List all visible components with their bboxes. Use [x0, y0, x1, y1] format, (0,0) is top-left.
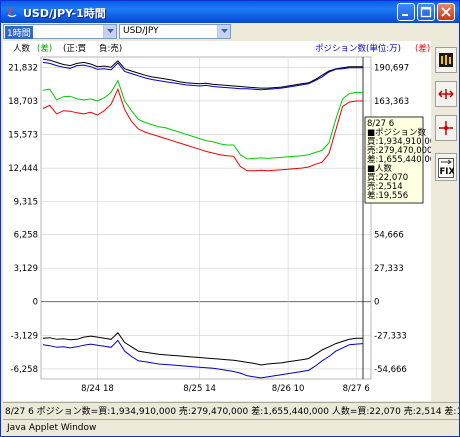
- applet-warning-text: Java Applet Window: [7, 423, 97, 433]
- x-tick-label: 8/26 10: [272, 384, 305, 394]
- fix-label: FIX: [440, 167, 455, 177]
- candle-chart-icon: [439, 53, 453, 67]
- status-text: 8/27 6 ポジション数=買:1,934,910,000 売:279,470,…: [5, 407, 459, 416]
- series-line-1: [42, 61, 363, 91]
- y-tick-left: -6,258: [11, 365, 38, 375]
- y-tick-left: 21,832: [8, 63, 38, 73]
- applet-window: USD/JPY-1時間 1時間 USD/JPY 21,832 190,697 18,…: [0, 0, 460, 437]
- crosshair-icon: [439, 121, 453, 135]
- chart-area[interactable]: 21,832 190,697 18,703 163,363 15,573 12,444 9,…: [3, 41, 431, 401]
- series-line-3: [42, 87, 363, 172]
- y-tick-right: 163,363: [374, 97, 409, 107]
- y-tick-right: 190,697: [374, 63, 409, 73]
- maximize-icon: [420, 6, 432, 18]
- crosshair-button[interactable]: [435, 115, 457, 141]
- y-tick-left: 3,129: [14, 264, 38, 274]
- position-chart[interactable]: 21,832 190,697 18,703 163,363 15,573 12,444 9,…: [3, 41, 431, 401]
- plot-frame: [40, 56, 372, 380]
- x-tick-label: 8/25 14: [183, 384, 216, 394]
- y-tick-left: -3,129: [11, 331, 38, 341]
- minimize-button[interactable]: [397, 3, 415, 21]
- toolbar: 1時間 USD/JPY: [3, 24, 459, 40]
- series-line-5: [42, 339, 364, 379]
- expand-horizontal-icon: [438, 89, 454, 99]
- chevron-down-icon[interactable]: [217, 25, 230, 38]
- side-toolbar: FIX: [433, 41, 459, 401]
- series-line-4: [42, 332, 363, 366]
- y-tick-left: 0: [33, 298, 38, 308]
- x-tick-label: 8/27 6: [343, 384, 370, 394]
- legend-right-label: ポジション数(単位:万): [315, 43, 401, 54]
- tooltip-line: 差:19,556: [367, 190, 408, 201]
- series-line-0: [42, 58, 363, 89]
- minimize-icon: [402, 14, 408, 16]
- pair-select[interactable]: USD/JPY: [119, 24, 231, 39]
- y-tick-right: 54,666: [374, 231, 404, 241]
- y-tick-right: 0: [374, 298, 379, 308]
- y-tick-right: 27,333: [374, 264, 404, 274]
- legend-mid-label2: 負:売): [99, 43, 122, 54]
- tooltip-box: 8/27 6■ポジション数買:1,934,910,000売:279,470,00…: [364, 116, 431, 204]
- fix-icon: FIX: [438, 158, 454, 178]
- y-tick-left: 15,573: [8, 131, 38, 141]
- window-title: USD/JPY-1時間: [23, 7, 106, 20]
- legend-left-badge: (差): [37, 43, 52, 54]
- status-bar: 8/27 6 ポジション数=買:1,934,910,000 売:279,470,…: [3, 402, 459, 416]
- legend-mid-label: (正:買: [63, 44, 87, 54]
- y-tick-left: 18,703: [8, 97, 38, 107]
- close-button[interactable]: [437, 3, 455, 21]
- close-icon: [441, 7, 451, 17]
- x-tick-label: 8/24 18: [81, 384, 114, 394]
- legend-left-label: 人数: [13, 43, 31, 54]
- maximize-button[interactable]: [417, 3, 435, 21]
- applet-warning-bar: Java Applet Window: [3, 419, 459, 436]
- y-tick-left: 9,315: [14, 198, 38, 208]
- series-line-2: [42, 79, 363, 160]
- candle-chart-button[interactable]: [435, 47, 457, 73]
- period-select-value: 1時間: [5, 26, 33, 39]
- title-bar[interactable]: USD/JPY-1時間: [1, 1, 459, 23]
- chevron-down-icon[interactable]: [103, 25, 116, 38]
- y-tick-right: -54,666: [374, 365, 407, 375]
- pair-select-value: USD/JPY: [123, 26, 159, 36]
- java-icon: [7, 6, 17, 18]
- fix-button[interactable]: FIX: [435, 153, 457, 181]
- period-select[interactable]: 1時間: [3, 24, 117, 39]
- y-tick-left: 6,258: [14, 231, 38, 241]
- y-tick-left: 12,444: [8, 164, 38, 174]
- expand-horizontal-button[interactable]: [435, 81, 457, 107]
- legend-right-badge: (差): [415, 43, 430, 54]
- y-tick-right: -27,333: [374, 331, 407, 341]
